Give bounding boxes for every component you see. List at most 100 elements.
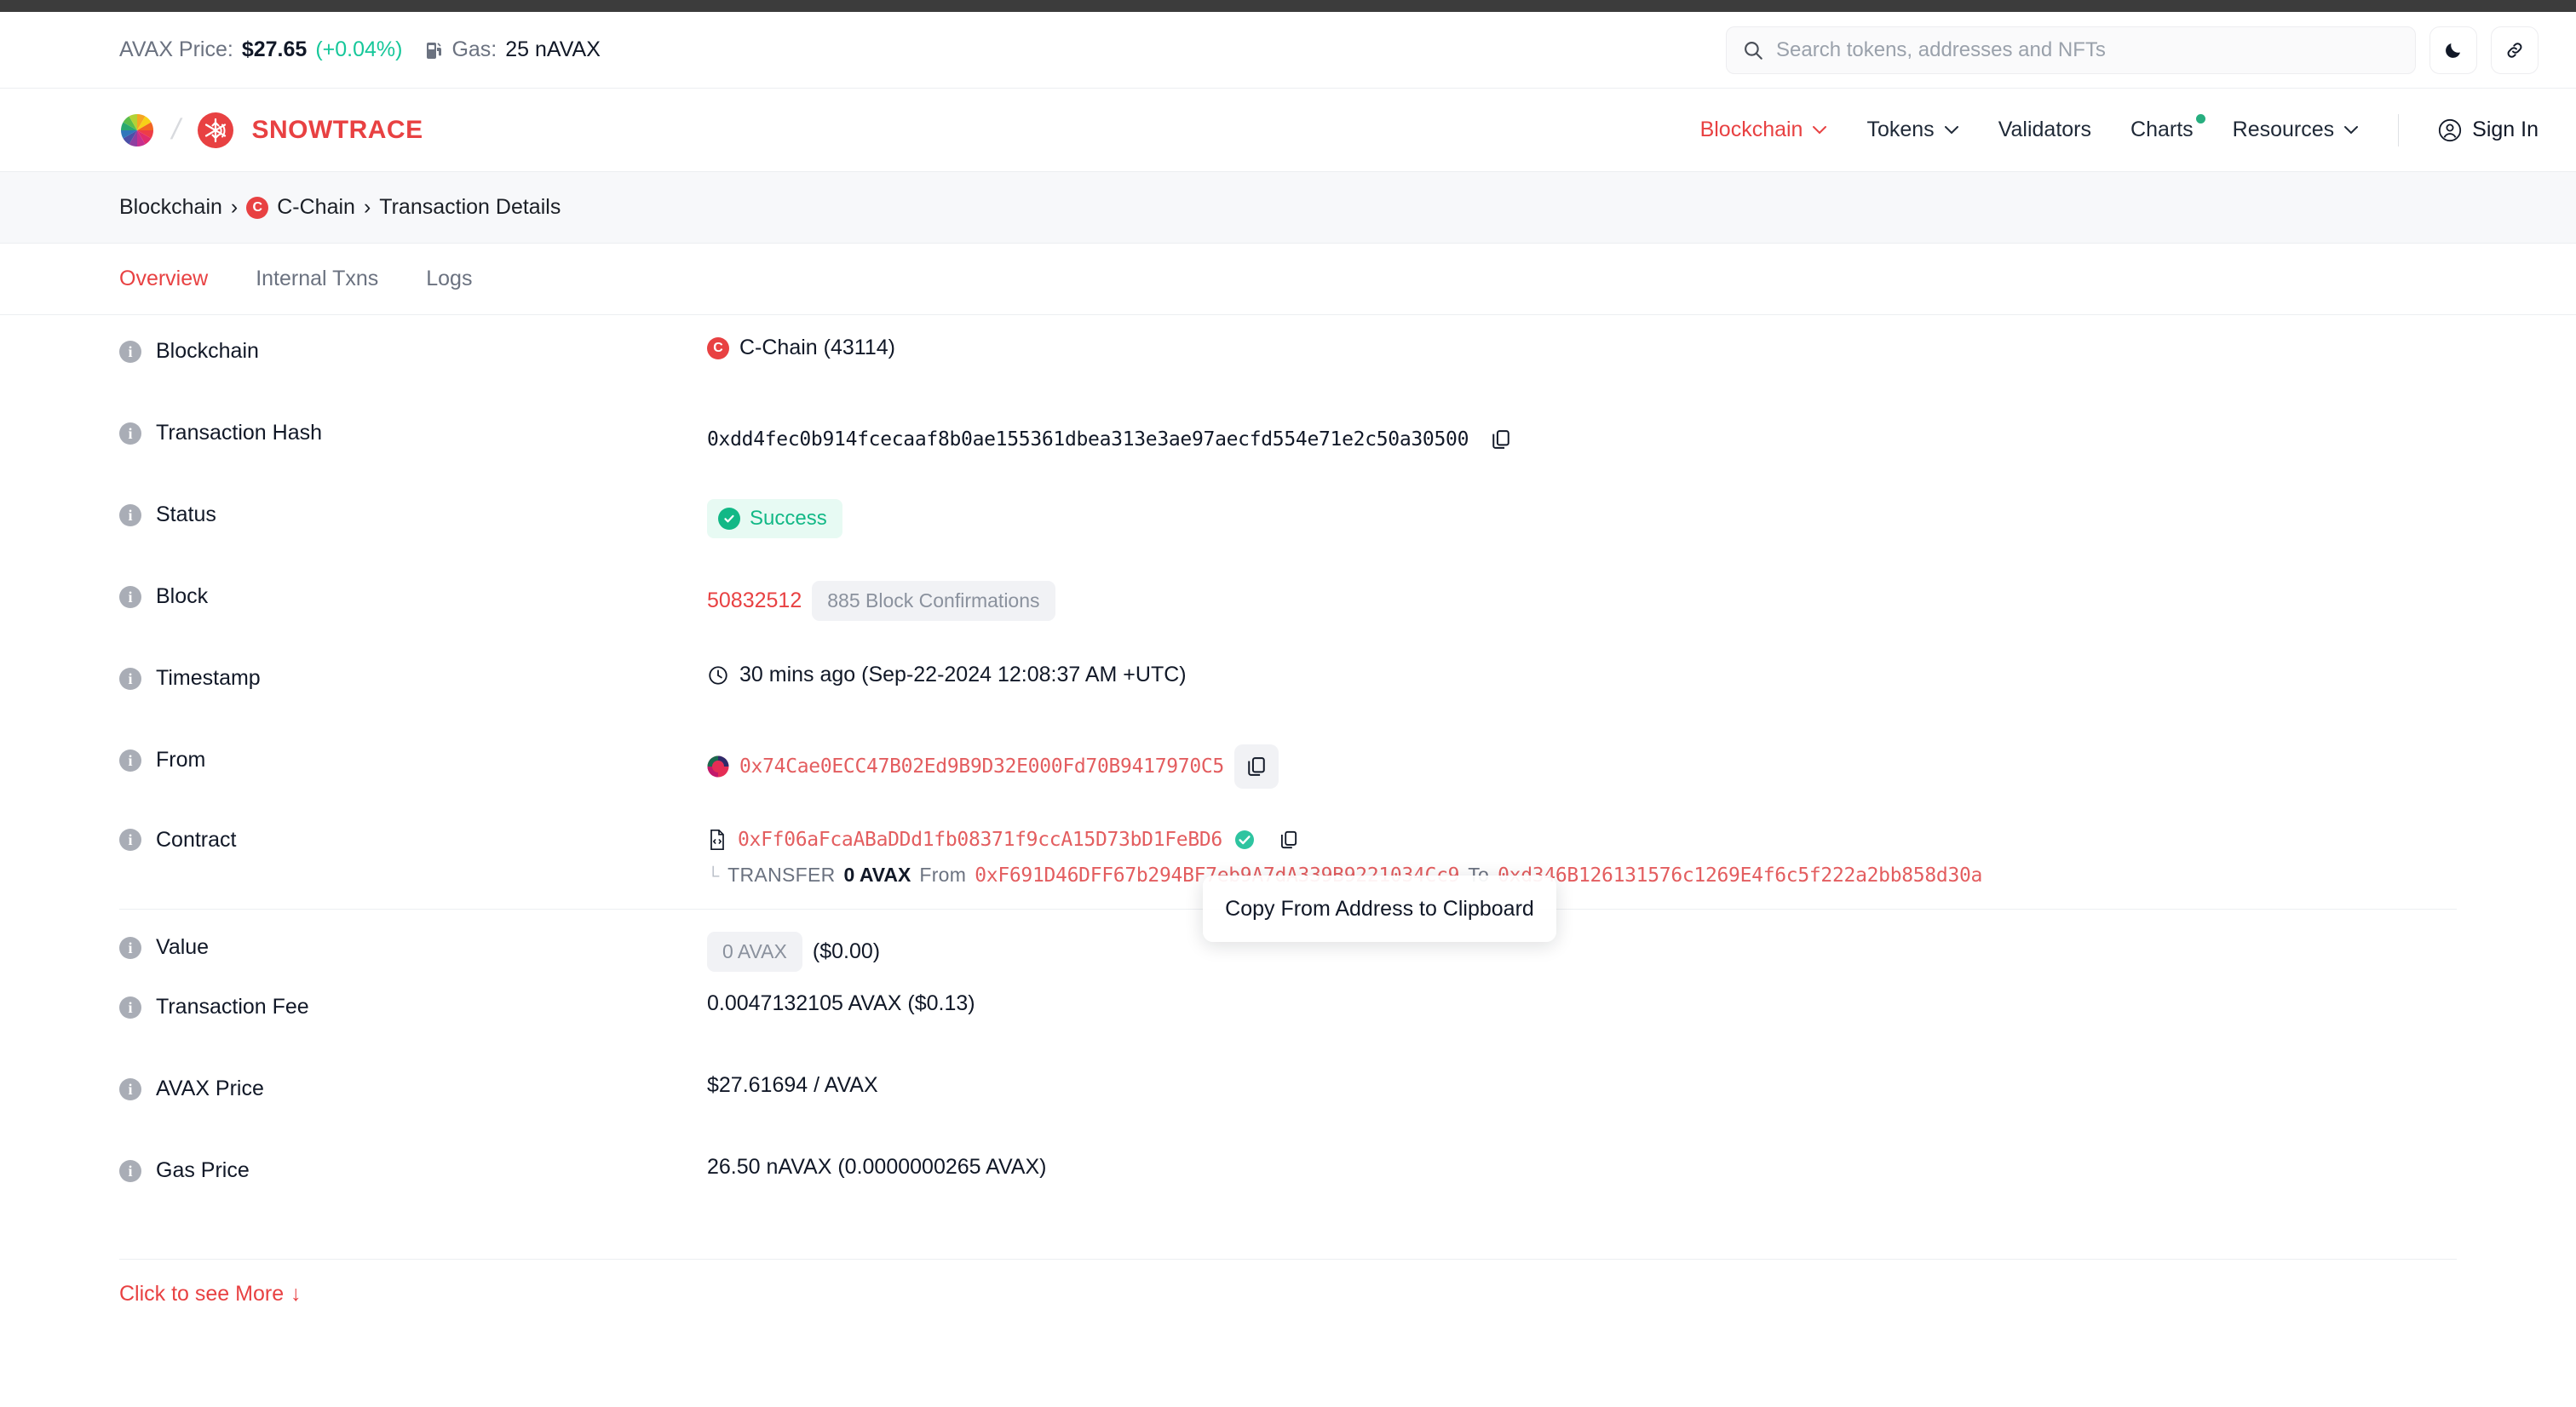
click-to-see-more-button[interactable]: Click to see More ↓ [0, 1260, 2576, 1306]
info-icon[interactable]: i [119, 340, 141, 363]
row-label: i Block [119, 581, 707, 609]
tab-internal-txns[interactable]: Internal Txns [256, 267, 378, 291]
avax-price-value: $27.61694 / AVAX [707, 1073, 878, 1097]
nav-item-label: Charts [2130, 118, 2194, 141]
transaction-fee-value: 0.0047132105 AVAX ($0.13) [707, 991, 975, 1015]
search-input[interactable]: Search tokens, addresses and NFTs [1726, 26, 2416, 74]
blockchain-name: C-Chain (43114) [739, 336, 895, 359]
tab-bar: Overview Internal Txns Logs [0, 244, 2576, 315]
row-label: i Gas Price [119, 1155, 707, 1183]
nav-item-resources[interactable]: Resources [2233, 118, 2360, 142]
chevron-down-icon [2343, 125, 2359, 135]
info-icon[interactable]: i [119, 503, 141, 526]
copy-contract-address-button[interactable] [1267, 818, 1311, 862]
row-transaction-fee: i Transaction Fee 0.0047132105 AVAX ($0.… [0, 991, 2576, 1073]
row-value: 0.0047132105 AVAX ($0.13) [707, 991, 975, 1016]
row-value: Success [707, 499, 842, 538]
tab-logs[interactable]: Logs [426, 267, 472, 291]
snowtrace-transaction-page: AVAX Price: $27.65 (+0.04%) Gas: 25 nAVA… [0, 0, 2576, 1407]
theme-toggle-button[interactable] [2429, 26, 2477, 74]
nav-item-label: Validators [1998, 118, 2092, 141]
transfer-amount: 0 AVAX [843, 864, 911, 886]
row-label: i Status [119, 499, 707, 527]
link-button[interactable] [2491, 26, 2539, 74]
avax-price-change: (+0.04%) [315, 37, 403, 61]
block-number-link[interactable]: 50832512 [707, 589, 802, 613]
breadcrumb-item-transaction-details: Transaction Details [379, 195, 561, 219]
ticker-bar: AVAX Price: $27.65 (+0.04%) Gas: 25 nAVA… [0, 12, 2576, 89]
info-icon[interactable]: i [119, 936, 141, 959]
nav-item-blockchain[interactable]: Blockchain [1700, 118, 1828, 142]
row-label-text: Transaction Hash [156, 421, 322, 445]
nav-items: Blockchain Tokens Validators Charts Reso… [1700, 113, 2539, 146]
row-avax-price: i AVAX Price $27.61694 / AVAX [0, 1073, 2576, 1155]
row-label: i Value [119, 932, 707, 960]
info-icon[interactable]: i [119, 1077, 141, 1100]
moon-icon [2443, 40, 2464, 60]
main-navigation: / SNOWTRACE Blockchain Tokens Validators… [0, 89, 2576, 172]
info-icon[interactable]: i [119, 996, 141, 1019]
copy-from-address-button[interactable] [1233, 744, 1279, 789]
transfer-to-address[interactable]: 0xd346B126131576c1269E4f6c5f222a2bb858d3… [1498, 864, 1982, 887]
row-label: i Transaction Fee [119, 991, 707, 1019]
row-contract: i Contract 0xFf06aFcaABaDDd1fb08371f9ccA… [0, 818, 2576, 862]
breadcrumb-band: Blockchain › C C-Chain › Transaction Det… [0, 172, 2576, 244]
gas-price-value: 26.50 nAVAX (0.0000000265 AVAX) [707, 1155, 1047, 1179]
nav-item-validators[interactable]: Validators [1998, 118, 2091, 142]
info-icon[interactable]: i [119, 749, 141, 772]
row-block: i Block 50832512 885 Block Confirmations [0, 581, 2576, 663]
sign-in-button[interactable]: Sign In [2438, 118, 2539, 142]
row-label-text: Contract [156, 827, 237, 852]
brand-logo[interactable]: / SNOWTRACE [119, 112, 423, 149]
info-icon[interactable]: i [119, 667, 141, 690]
info-icon[interactable]: i [119, 585, 141, 608]
contract-file-icon [707, 829, 727, 851]
row-label: i Contract [119, 828, 707, 853]
row-status: i Status Success [0, 499, 2576, 581]
row-value: $27.61694 / AVAX [707, 1073, 878, 1098]
tab-overview[interactable]: Overview [119, 267, 208, 291]
breadcrumb-item-blockchain[interactable]: Blockchain [119, 195, 222, 220]
chevron-down-icon [1944, 125, 1959, 135]
row-timestamp: i Timestamp 30 mins ago (Sep-22-2024 12:… [0, 663, 2576, 744]
row-label: i AVAX Price [119, 1073, 707, 1101]
timestamp-value: 30 mins ago (Sep-22-2024 12:08:37 AM +UT… [739, 663, 1187, 686]
nav-divider [2398, 113, 2400, 146]
row-label-text: Transaction Fee [156, 995, 309, 1019]
nav-item-tokens[interactable]: Tokens [1866, 118, 1958, 142]
link-icon [2504, 40, 2525, 60]
row-value: 0 AVAX ($0.00) [707, 932, 880, 972]
avax-price-label: AVAX Price: [119, 37, 233, 61]
snowflake-icon [197, 112, 234, 149]
see-more-label: Click to see More [119, 1282, 285, 1306]
chevron-down-icon: ↓ [290, 1282, 302, 1306]
transfer-from-label: From [919, 864, 967, 886]
nav-item-charts[interactable]: Charts [2130, 114, 2205, 142]
copy-address-tooltip: Copy From Address to Clipboard [1203, 876, 1556, 942]
from-address-link[interactable]: 0x74Cae0ECC47B02Ed9B9D32E000Fd70B9417970… [739, 755, 1224, 778]
row-label-text: Timestamp [156, 666, 261, 690]
info-icon[interactable]: i [119, 422, 141, 445]
row-transaction-hash: i Transaction Hash 0xdd4fec0b914fcecaaf8… [0, 417, 2576, 499]
transfer-corner-icon: └ [707, 867, 720, 886]
breadcrumb-item-cchain[interactable]: C-Chain [277, 195, 355, 220]
chevron-down-icon [1812, 125, 1827, 135]
value-badge: 0 AVAX [707, 932, 802, 972]
search-placeholder: Search tokens, addresses and NFTs [1776, 37, 2106, 61]
row-label-text: Status [156, 502, 216, 526]
row-label-text: From [156, 748, 206, 772]
nav-item-label: Blockchain [1699, 118, 1803, 141]
transfer-label: TRANSFER [727, 864, 836, 886]
row-gas-price: i Gas Price 26.50 nAVAX (0.0000000265 AV… [0, 1155, 2576, 1237]
info-icon[interactable]: i [119, 829, 141, 851]
avalanche-wheel-icon [119, 112, 155, 148]
row-label-text: Value [156, 935, 210, 959]
info-icon[interactable]: i [119, 1159, 141, 1182]
user-circle-icon [2438, 118, 2462, 142]
search-icon [1742, 39, 1764, 61]
copy-icon[interactable] [1479, 417, 1523, 462]
breadcrumb: Blockchain › C C-Chain › Transaction Det… [119, 195, 561, 220]
row-label: i Transaction Hash [119, 417, 707, 445]
contract-address-link[interactable]: 0xFf06aFcaABaDDd1fb08371f9ccA15D73bD1FeB… [738, 829, 1222, 851]
status-label: Success [750, 507, 827, 530]
